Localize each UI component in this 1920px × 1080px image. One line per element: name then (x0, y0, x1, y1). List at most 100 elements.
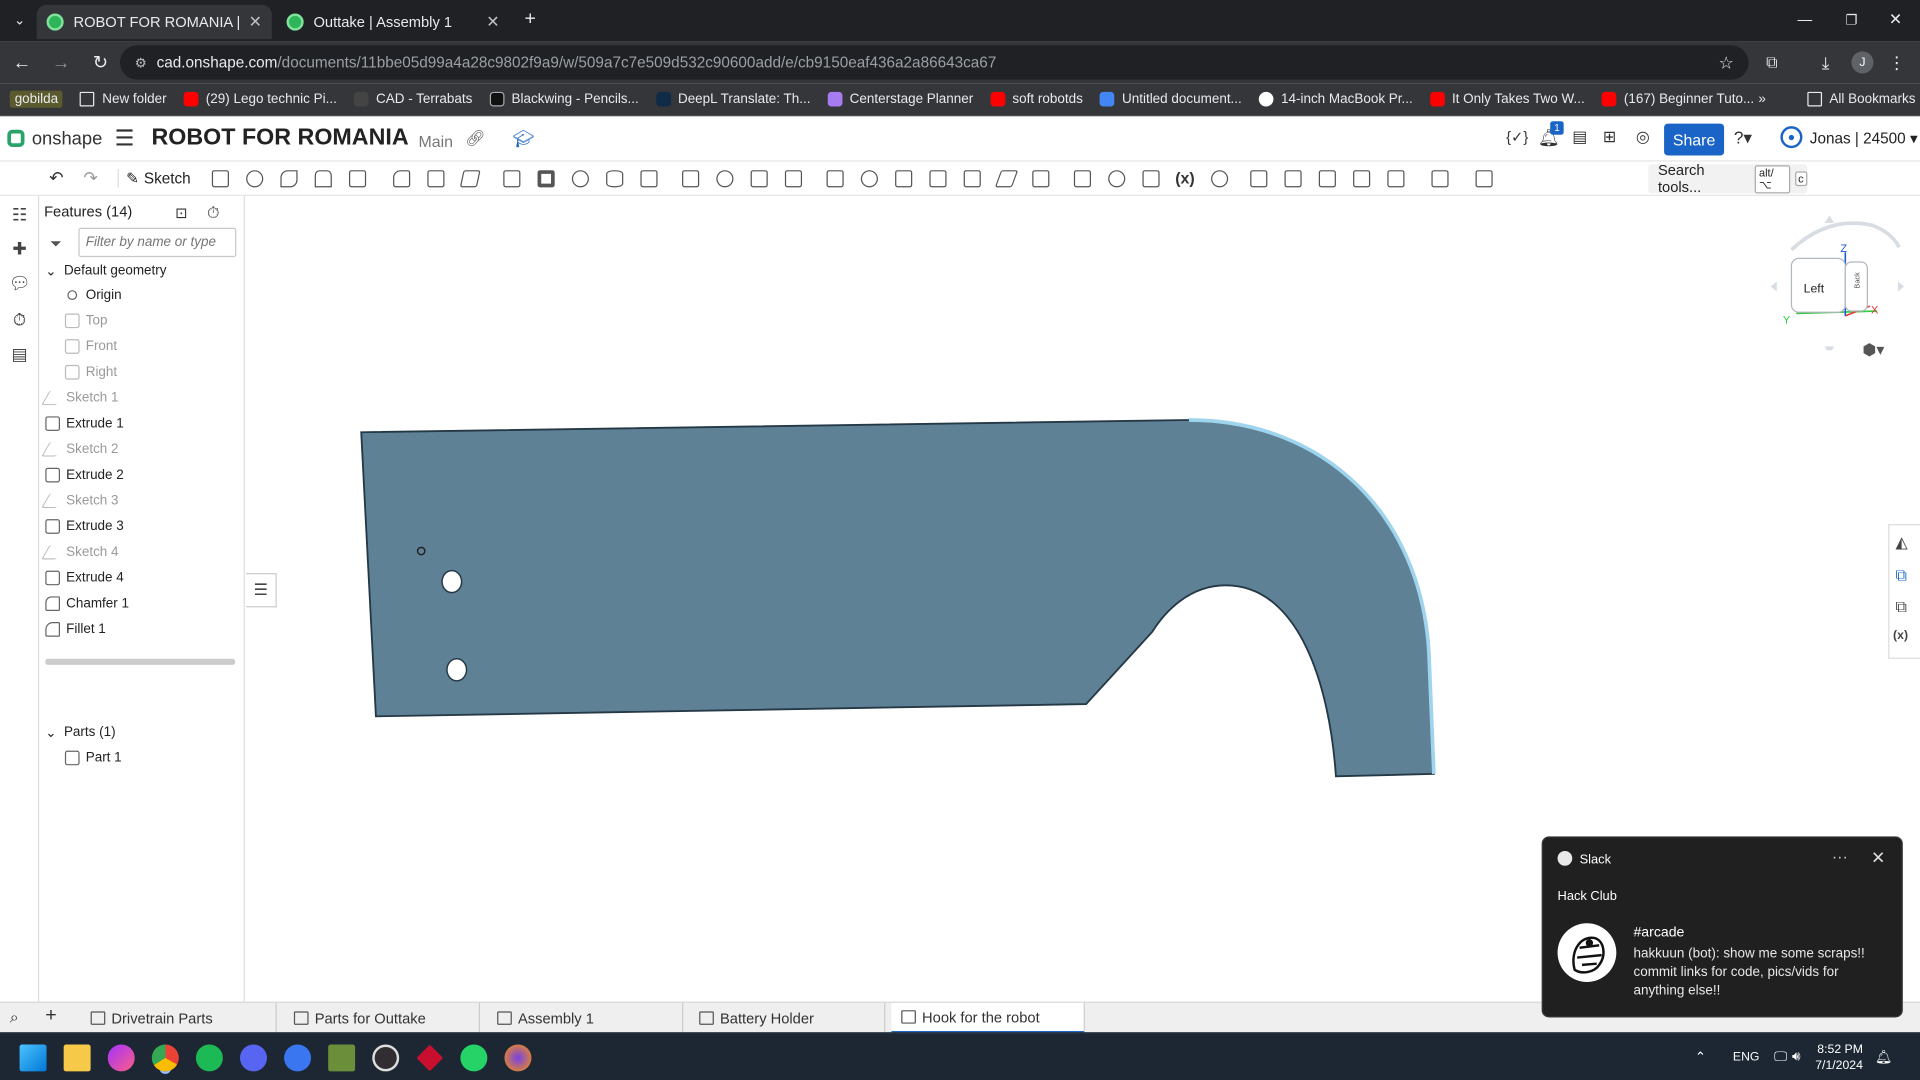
bookmark-item[interactable]: (29) Lego technic Pi... (183, 91, 337, 107)
close-window-icon[interactable]: ✕ (1886, 10, 1906, 30)
firefox-icon[interactable] (504, 1044, 532, 1072)
mate-connector-tool-icon[interactable] (1028, 166, 1052, 190)
toast-close-icon[interactable]: ✕ (1871, 847, 1885, 868)
bookmark-item[interactable]: soft robotds (990, 91, 1083, 107)
move-face-tool-icon[interactable] (891, 166, 915, 190)
share-button[interactable]: Share (1664, 123, 1725, 156)
onshape-logo[interactable]: onshape (7, 128, 102, 149)
comments-icon[interactable]: 💬︎ (9, 272, 31, 294)
thicken-tool-icon[interactable] (345, 166, 369, 190)
branch-label[interactable]: Main (418, 132, 453, 150)
signal-icon[interactable] (284, 1044, 312, 1072)
custom-features-icon[interactable]: {✓} (1506, 129, 1528, 146)
bookmark-item[interactable]: (167) Beginner Tuto... (1601, 91, 1754, 107)
view-cube-left-face[interactable]: Left (1804, 283, 1824, 296)
element-tab[interactable]: Drivetrain Parts (81, 1002, 277, 1034)
chrome-icon[interactable] (151, 1044, 179, 1072)
forward-arrow-icon[interactable]: → (44, 45, 78, 79)
part-item[interactable]: Part 1 (64, 747, 122, 769)
slack-notification-toast[interactable]: Slack ··· ✕ Hack Club #arcade hakkuun (b… (1541, 836, 1903, 1018)
mounting-hole[interactable] (441, 569, 463, 594)
bookmark-item[interactable]: It Only Takes Two W... (1429, 91, 1585, 107)
feature-item[interactable]: Sketch 1 (41, 387, 119, 409)
bookmark-item[interactable]: DeepL Translate: Th... (655, 91, 810, 107)
insert-icon[interactable]: ✚ (9, 238, 31, 260)
feature-item[interactable]: Chamfer 1 (45, 593, 129, 615)
mounting-hole[interactable] (446, 658, 468, 682)
transform-tool-icon[interactable] (781, 166, 805, 190)
shell-tool-icon[interactable] (534, 166, 558, 190)
boolean-tool-icon[interactable] (712, 166, 736, 190)
rib-tool-icon[interactable] (499, 166, 523, 190)
element-tab[interactable]: Hook for the robot (891, 1002, 1085, 1034)
network-icon[interactable]: 🖵︎ (1774, 1049, 1787, 1065)
link-icon[interactable]: 🔗︎ (465, 129, 485, 149)
pattern-tool-icon[interactable] (636, 166, 660, 190)
offset-surface-tool-icon[interactable] (960, 166, 984, 190)
element-tab[interactable]: Assembly 1 (487, 1002, 684, 1034)
view-cube-back-face[interactable]: Back (1855, 272, 1862, 288)
minimize-window-icon[interactable]: — (1795, 10, 1815, 30)
view-cube[interactable]: Left Back Z Y X (1764, 215, 1911, 354)
feature-item[interactable]: Front (64, 336, 117, 358)
tab-tool-icon[interactable] (1315, 166, 1339, 190)
clock[interactable]: 8:52 PM 7/1/2024 (1815, 1041, 1863, 1073)
help-icon[interactable]: ?▾ (1734, 127, 1752, 148)
feature-item[interactable]: Sketch 3 (41, 490, 119, 512)
restore-window-icon[interactable]: ❐ (1842, 10, 1862, 30)
rollback-timer-icon[interactable]: ⏱︎ (207, 203, 219, 223)
bookmark-folder[interactable]: New folder (80, 91, 167, 107)
hole-tool-icon[interactable] (568, 166, 592, 190)
autodesk-icon[interactable] (416, 1044, 444, 1072)
add-folder-icon[interactable]: ⊡ (175, 204, 187, 221)
bookmark-item[interactable]: gobilda (9, 90, 64, 108)
user-avatar-icon[interactable]: ● (1780, 126, 1803, 149)
feature-item[interactable]: Sketch 2 (41, 438, 119, 460)
browser-tab-robot[interactable]: ROBOT FOR ROMANIA | Hook f ✕ (36, 4, 272, 40)
feature-item[interactable]: Right (64, 361, 117, 383)
panel-horizontal-scrollbar[interactable] (45, 658, 236, 665)
toast-more-options-icon[interactable]: ··· (1832, 847, 1848, 865)
filter-features-input[interactable] (78, 227, 237, 258)
whatsapp-icon[interactable] (460, 1044, 488, 1072)
element-tab[interactable]: Parts for Outtake (284, 1002, 481, 1034)
sheet-metal-tool-icon[interactable] (1246, 166, 1270, 190)
bookmark-item[interactable]: 14-inch MacBook Pr... (1258, 91, 1413, 107)
parts-group[interactable]: ⌄ Parts (1) (45, 721, 115, 743)
variable-table-icon[interactable]: (x) (1893, 629, 1908, 642)
app-store-icon[interactable]: ⊞ (1603, 127, 1616, 147)
document-title[interactable]: ROBOT FOR ROMANIA (151, 125, 408, 152)
browser-tab-outtake[interactable]: Outtake | Assembly 1 ✕ (277, 5, 510, 39)
feature-item[interactable]: Extrude 2 (45, 464, 124, 486)
volume-icon[interactable]: 🔊︎ (1792, 1049, 1800, 1065)
view-options-cube-icon[interactable]: ⬢▾ (1862, 340, 1884, 360)
document-notes-icon[interactable]: ▤ (1572, 127, 1587, 147)
feature-list-icon[interactable]: ☷ (9, 203, 31, 225)
back-arrow-icon[interactable]: ← (5, 45, 39, 79)
more-bookmarks-chevron-icon[interactable]: » (1758, 92, 1766, 107)
tab-manager-icon[interactable]: ⌕ (10, 1008, 19, 1028)
filter-funnel-icon[interactable]: ⏷ (50, 235, 62, 253)
modify-fillet-tool-icon[interactable] (857, 166, 881, 190)
bom-icon[interactable]: ⧉ (1896, 598, 1907, 618)
hamburger-menu-icon[interactable]: ☰ (115, 126, 135, 152)
new-tab-plus-icon[interactable]: + (518, 7, 542, 31)
bookmark-item[interactable]: Untitled document... (1099, 91, 1242, 107)
redo-icon[interactable]: ↷ (78, 168, 102, 189)
tab-list-chevron-icon[interactable]: ⌄ (10, 10, 30, 30)
history-icon[interactable]: ⏱︎ (9, 309, 31, 331)
default-geometry-group[interactable]: ⌄ Default geometry (45, 260, 166, 282)
feature-item[interactable]: Origin (65, 284, 122, 306)
bookmark-item[interactable]: Blackwing - Pencils... (489, 91, 639, 107)
insert-element-plus-icon[interactable]: + (45, 1005, 56, 1027)
close-tab-icon[interactable]: ✕ (249, 12, 262, 32)
bookmark-item[interactable]: CAD - Terrabats (353, 91, 472, 107)
revolve-tool-icon[interactable] (242, 166, 266, 190)
draft-tool-icon[interactable] (458, 166, 482, 190)
loft-tool-icon[interactable] (311, 166, 335, 190)
feature-item[interactable]: Fillet 1 (45, 618, 106, 640)
minecraft-icon[interactable] (328, 1044, 356, 1072)
appearance-icon[interactable]: ◭ (1896, 533, 1908, 553)
user-menu[interactable]: Jonas | 24500 ▾ (1810, 129, 1918, 147)
composite-part-tool-icon[interactable] (1207, 166, 1231, 190)
